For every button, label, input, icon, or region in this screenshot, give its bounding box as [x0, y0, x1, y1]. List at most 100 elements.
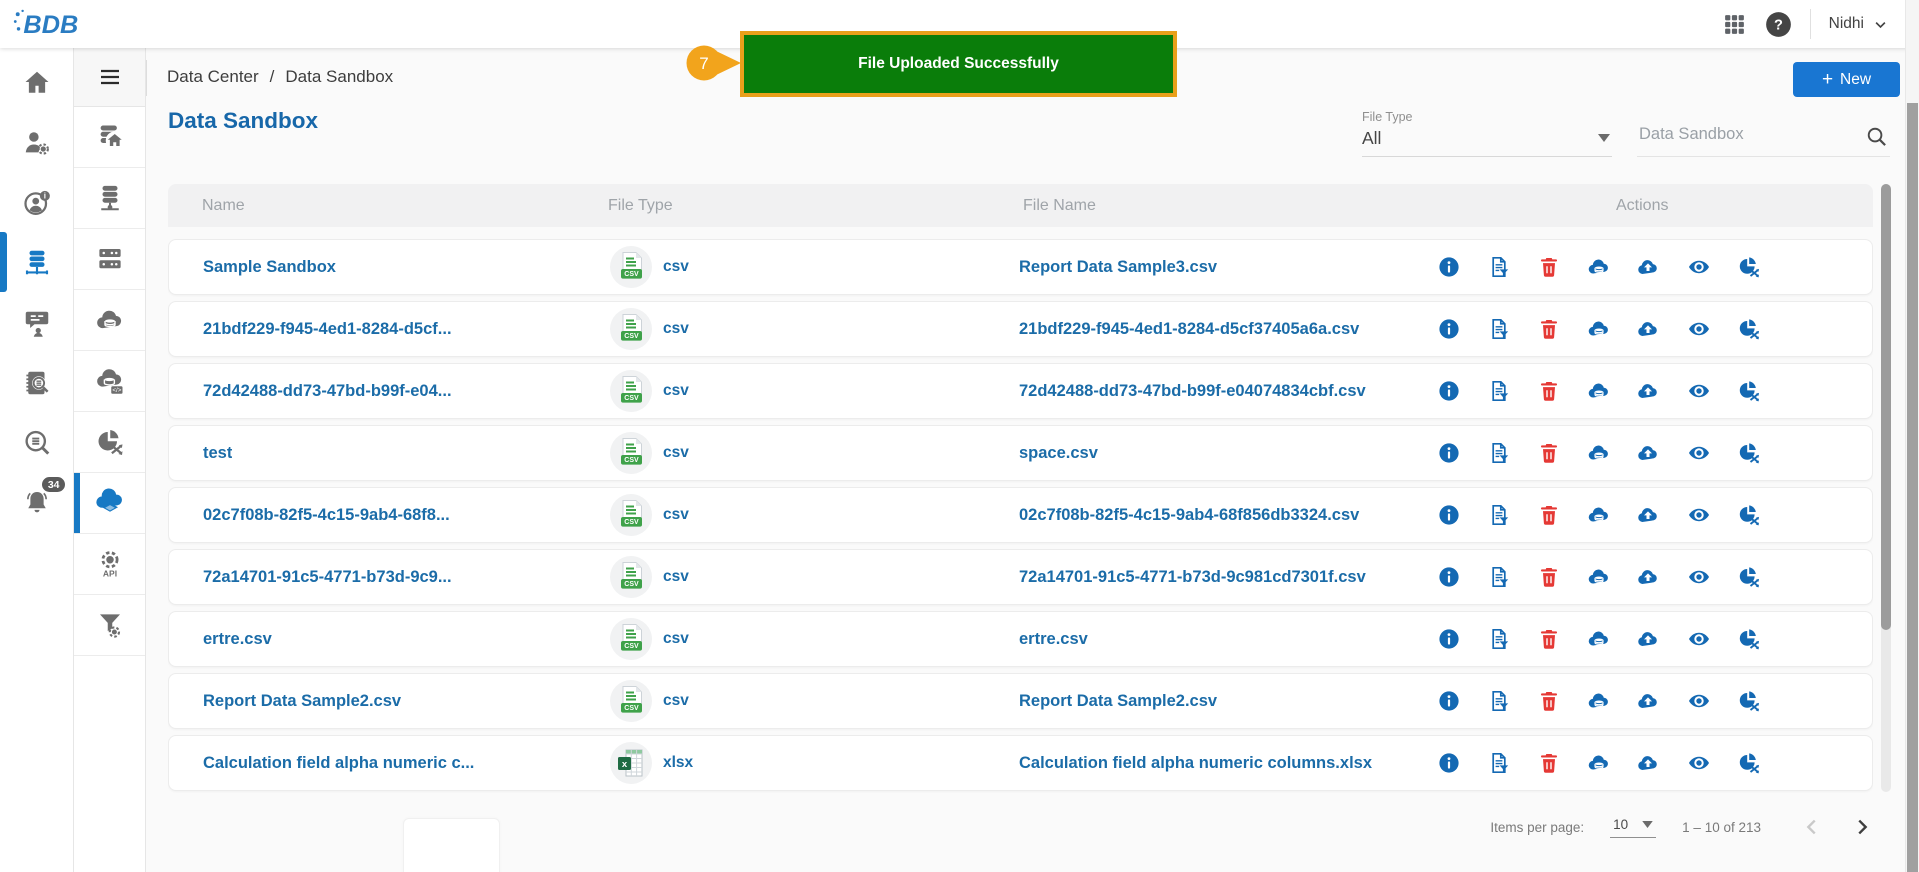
preview-action-icon[interactable]	[1687, 751, 1711, 775]
sidebar-item-search-database[interactable]	[0, 413, 73, 473]
file-name-link[interactable]: ertre.csv	[1019, 612, 1088, 666]
file-name-link[interactable]: 72d42488-dd73-47bd-b99f-e04074834cbf.csv	[1019, 364, 1366, 418]
help-icon[interactable]: ?	[1765, 11, 1792, 38]
cloud-database-action-icon[interactable]	[1587, 627, 1611, 651]
cloud-database-action-icon[interactable]	[1587, 441, 1611, 465]
delete-action-icon[interactable]	[1537, 255, 1561, 279]
page-scrollbar[interactable]	[1905, 0, 1919, 872]
info-action-icon[interactable]	[1437, 565, 1461, 589]
data-preparation-action-icon[interactable]	[1737, 689, 1761, 713]
sandbox-name-link[interactable]: test	[203, 426, 232, 480]
upload-action-icon[interactable]	[1636, 441, 1660, 465]
next-page-button[interactable]	[1851, 816, 1873, 838]
preview-action-icon[interactable]	[1687, 441, 1711, 465]
delete-action-icon[interactable]	[1537, 751, 1561, 775]
preview-action-icon[interactable]	[1687, 565, 1711, 589]
menu-toggle-button[interactable]	[74, 48, 145, 107]
cloud-database-action-icon[interactable]	[1587, 379, 1611, 403]
preview-action-icon[interactable]	[1687, 503, 1711, 527]
info-action-icon[interactable]	[1437, 379, 1461, 403]
sidebar-item-user-info[interactable]: i	[0, 173, 73, 233]
upload-action-icon[interactable]	[1636, 379, 1660, 403]
breadcrumb-data-sandbox[interactable]: Data Sandbox	[285, 67, 393, 87]
upload-action-icon[interactable]	[1636, 627, 1660, 651]
filter-document-action-icon[interactable]	[1487, 565, 1511, 589]
delete-action-icon[interactable]	[1537, 627, 1561, 651]
delete-action-icon[interactable]	[1537, 689, 1561, 713]
delete-action-icon[interactable]	[1537, 503, 1561, 527]
file-name-link[interactable]: 02c7f08b-82f5-4c15-9ab4-68f856db3324.csv	[1019, 488, 1359, 542]
page-scrollbar-thumb[interactable]	[1907, 103, 1918, 872]
preview-action-icon[interactable]	[1687, 317, 1711, 341]
file-type-select[interactable]: File Type All	[1362, 110, 1612, 157]
filter-document-action-icon[interactable]	[1487, 379, 1511, 403]
filter-document-action-icon[interactable]	[1487, 689, 1511, 713]
preview-action-icon[interactable]	[1687, 689, 1711, 713]
file-name-link[interactable]: 72a14701-91c5-4771-b73d-9c981cd7301f.csv	[1019, 550, 1366, 604]
info-action-icon[interactable]	[1437, 255, 1461, 279]
info-action-icon[interactable]	[1437, 751, 1461, 775]
sidebar-item-chat-person[interactable]	[0, 293, 73, 353]
upload-action-icon[interactable]	[1636, 689, 1660, 713]
data-preparation-action-icon[interactable]	[1737, 379, 1761, 403]
sidebar-item-database-home[interactable]	[74, 107, 145, 168]
info-action-icon[interactable]	[1437, 441, 1461, 465]
sidebar-item-user-gear[interactable]	[0, 113, 73, 173]
sandbox-name-link[interactable]: 72d42488-dd73-47bd-b99f-e04...	[203, 364, 452, 418]
sidebar-item-gear-api[interactable]: API	[74, 534, 145, 595]
info-action-icon[interactable]	[1437, 689, 1461, 713]
upload-action-icon[interactable]	[1636, 503, 1660, 527]
file-name-link[interactable]: Report Data Sample3.csv	[1019, 240, 1217, 294]
upload-action-icon[interactable]	[1636, 317, 1660, 341]
info-action-icon[interactable]	[1437, 317, 1461, 341]
sidebar-item-cloud-database-code[interactable]: </>	[74, 351, 145, 412]
breadcrumb-data-center[interactable]: Data Center	[167, 67, 259, 87]
sidebar-item-home[interactable]	[0, 53, 73, 113]
filter-document-action-icon[interactable]	[1487, 503, 1511, 527]
new-button[interactable]: + New	[1793, 62, 1900, 97]
delete-action-icon[interactable]	[1537, 441, 1561, 465]
cloud-database-action-icon[interactable]	[1587, 255, 1611, 279]
table-scrollbar-thumb[interactable]	[1881, 184, 1891, 630]
filter-document-action-icon[interactable]	[1487, 627, 1511, 651]
cloud-database-action-icon[interactable]	[1587, 317, 1611, 341]
search-icon[interactable]	[1865, 125, 1888, 148]
delete-action-icon[interactable]	[1537, 565, 1561, 589]
file-name-link[interactable]: 21bdf229-f945-4ed1-8284-d5cf37405a6a.csv	[1019, 302, 1359, 356]
sidebar-item-cloud-database[interactable]	[74, 290, 145, 351]
upload-action-icon[interactable]	[1636, 565, 1660, 589]
filter-document-action-icon[interactable]	[1487, 255, 1511, 279]
sidebar-item-book-search[interactable]	[0, 353, 73, 413]
sidebar-item-data-preparation[interactable]	[74, 412, 145, 473]
apps-grid-icon[interactable]	[1722, 12, 1747, 37]
cloud-database-action-icon[interactable]	[1587, 503, 1611, 527]
sandbox-name-link[interactable]: 02c7f08b-82f5-4c15-9ab4-68f8...	[203, 488, 450, 542]
sidebar-item-funnel-gear[interactable]	[74, 595, 145, 656]
data-preparation-action-icon[interactable]	[1737, 441, 1761, 465]
sandbox-name-link[interactable]: ertre.csv	[203, 612, 272, 666]
items-per-page-select[interactable]: 10	[1610, 817, 1656, 838]
data-preparation-action-icon[interactable]	[1737, 627, 1761, 651]
sidebar-item-server-rack[interactable]	[74, 229, 145, 290]
delete-action-icon[interactable]	[1537, 379, 1561, 403]
delete-action-icon[interactable]	[1537, 317, 1561, 341]
upload-action-icon[interactable]	[1636, 751, 1660, 775]
sandbox-name-link[interactable]: Sample Sandbox	[203, 240, 336, 294]
sandbox-name-link[interactable]: Report Data Sample2.csv	[203, 674, 401, 728]
data-preparation-action-icon[interactable]	[1737, 255, 1761, 279]
sandbox-name-link[interactable]: 72a14701-91c5-4771-b73d-9c9...	[203, 550, 452, 604]
upload-action-icon[interactable]	[1636, 255, 1660, 279]
file-name-link[interactable]: Report Data Sample2.csv	[1019, 674, 1217, 728]
cloud-database-action-icon[interactable]	[1587, 751, 1611, 775]
data-preparation-action-icon[interactable]	[1737, 317, 1761, 341]
sandbox-name-link[interactable]: 21bdf229-f945-4ed1-8284-d5cf...	[203, 302, 452, 356]
data-preparation-action-icon[interactable]	[1737, 751, 1761, 775]
file-name-link[interactable]: space.csv	[1019, 426, 1098, 480]
user-menu[interactable]: Nidhi	[1829, 15, 1888, 33]
sandbox-name-link[interactable]: Calculation field alpha numeric c...	[203, 736, 474, 790]
sidebar-item-database-stack[interactable]	[74, 168, 145, 229]
file-name-link[interactable]: Calculation field alpha numeric columns.…	[1019, 736, 1372, 790]
preview-action-icon[interactable]	[1687, 255, 1711, 279]
filter-document-action-icon[interactable]	[1487, 317, 1511, 341]
preview-action-icon[interactable]	[1687, 627, 1711, 651]
